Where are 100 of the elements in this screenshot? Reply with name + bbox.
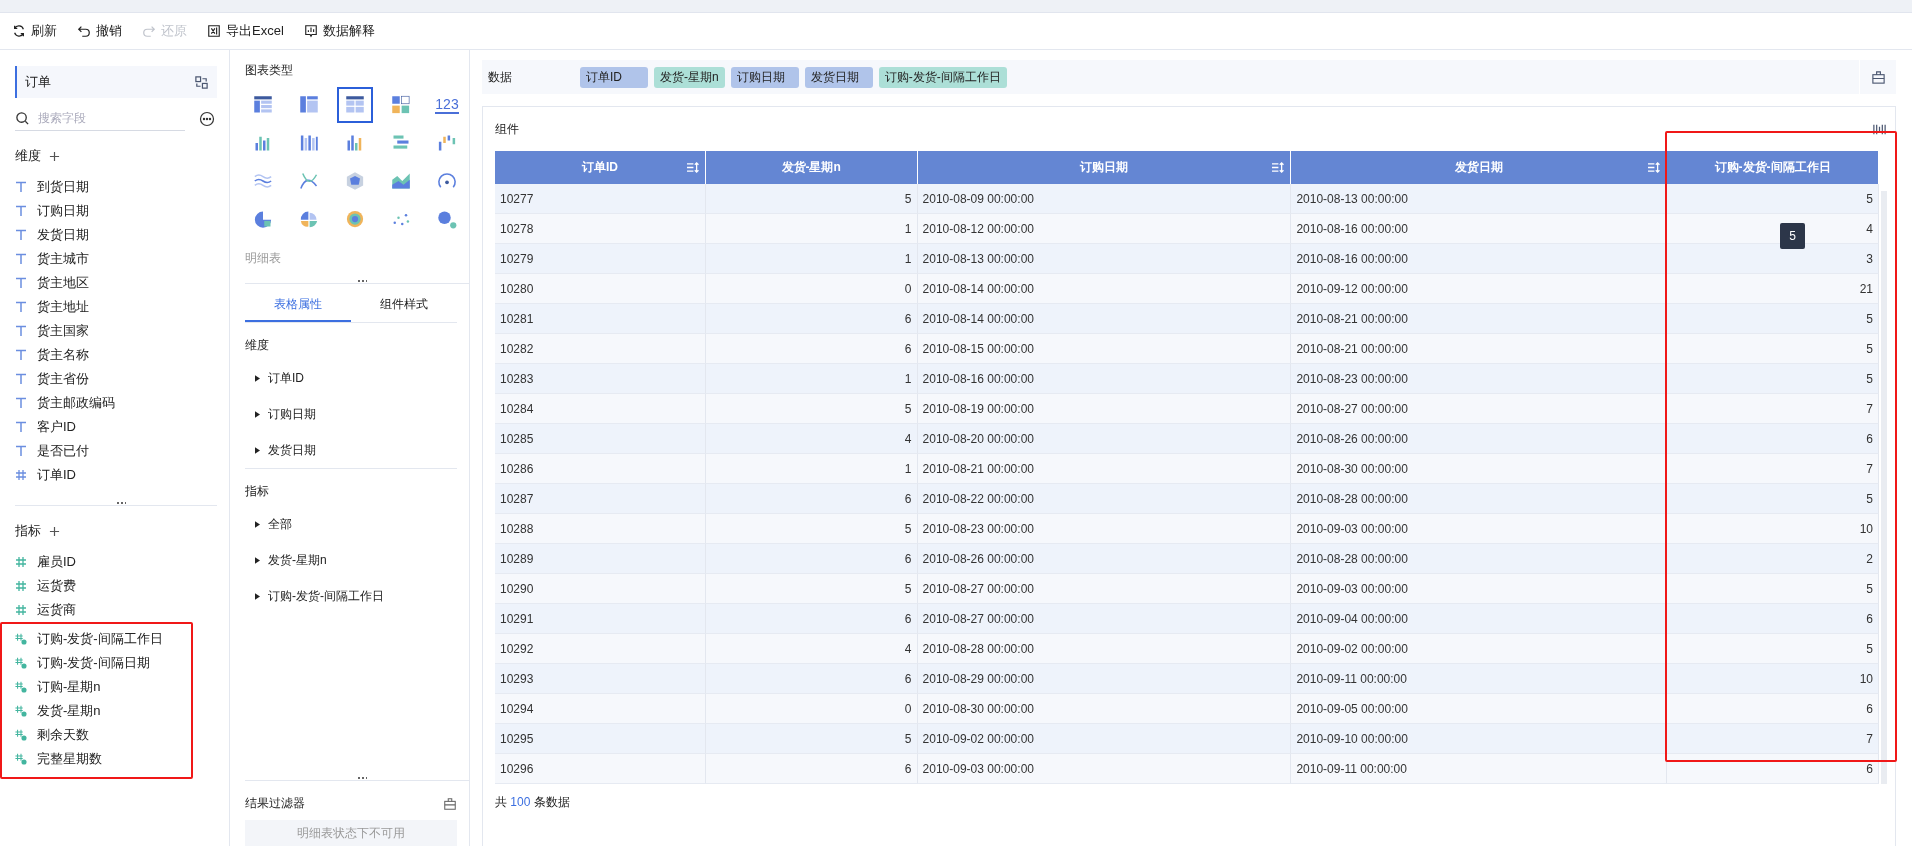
field-item[interactable]: 到货日期 [15, 175, 217, 199]
wave-chart-icon [253, 171, 273, 191]
number-type-icon [15, 580, 27, 592]
sort-icon[interactable] [685, 162, 699, 173]
expand-triangle-icon [255, 556, 260, 564]
field-item[interactable]: 货主邮政编码 [15, 391, 217, 415]
field-item[interactable]: 雇员ID [15, 550, 217, 574]
field-item[interactable]: 货主地址 [15, 295, 217, 319]
panel-title: 图表类型 [245, 62, 294, 79]
field-chip[interactable]: 发货-星期n [654, 66, 725, 88]
refresh-icon [12, 24, 26, 38]
field-item[interactable]: 货主城市 [15, 247, 217, 271]
table-chart-icon [253, 95, 273, 115]
field-chip[interactable]: 订购-发货-间隔工作日 [878, 66, 1007, 88]
calculated-field-icon [15, 681, 27, 693]
toolbar-button[interactable]: 刷新 [12, 20, 57, 42]
field-item[interactable]: 发货日期 [15, 223, 217, 247]
more-icon[interactable] [199, 110, 215, 127]
pie-chart-icon [253, 209, 273, 229]
search-icon [15, 110, 30, 126]
text-type-icon [15, 277, 27, 289]
number-type-icon [15, 604, 27, 616]
section-title: 结果过滤器 [245, 795, 305, 812]
text-type-icon [15, 229, 27, 241]
sort-icon[interactable] [1271, 162, 1285, 173]
field-item[interactable]: 运货商 [15, 598, 217, 622]
chart-type-name: 明细表 [245, 250, 282, 267]
area-chart-icon [391, 171, 411, 191]
hexagon-chart-icon [345, 171, 365, 191]
rose-chart-icon [299, 209, 319, 229]
field-item[interactable]: 货主名称 [15, 343, 217, 367]
calculated-field-icon [15, 753, 27, 765]
chart-type-option[interactable] [337, 87, 373, 123]
field-item[interactable]: 剩余天数 [15, 723, 191, 747]
field-chip[interactable]: 订购日期 [730, 66, 799, 88]
toolbar-button[interactable]: 导出Excel [207, 20, 284, 42]
color-table-chart-icon [391, 95, 411, 115]
calculated-field-icon [15, 657, 27, 669]
waterfall-chart-icon [437, 133, 457, 153]
text-type-icon [15, 205, 27, 217]
switch-icon[interactable] [194, 74, 209, 90]
search-field[interactable]: 搜索字段 [36, 110, 170, 126]
section-title: 指标 [245, 483, 270, 500]
detail-table-chart-icon [345, 95, 365, 115]
tooltip: 5 [1780, 223, 1805, 249]
field-chip[interactable]: 订单ID [580, 66, 648, 88]
field-chip[interactable]: 发货日期 [804, 66, 873, 88]
field-item[interactable]: 完整星期数 [15, 747, 191, 771]
text-type-icon [15, 253, 27, 265]
sort-icon[interactable] [1647, 162, 1661, 173]
expand-triangle-icon [255, 592, 260, 600]
expand-triangle-icon [255, 410, 260, 418]
property-item[interactable]: 订购-发货-间隔工作日 [245, 578, 469, 614]
toolbar-button[interactable]: 撤销 [77, 20, 122, 42]
text-type-icon [15, 421, 27, 433]
tab[interactable]: 组件样式 [351, 288, 457, 322]
text-type-icon [15, 373, 27, 385]
number-type-icon [15, 556, 27, 568]
section-title: 维度 [245, 337, 270, 354]
component-title: 组件 [495, 120, 519, 138]
text-type-icon [15, 397, 27, 409]
property-item[interactable]: 全部 [245, 506, 469, 542]
bubble-chart-icon [437, 209, 457, 229]
dataset-selector[interactable]: 订单 [15, 66, 217, 98]
expand-triangle-icon [255, 374, 260, 382]
tab[interactable]: 表格属性 [245, 288, 351, 322]
undo-icon [77, 24, 91, 38]
briefcase-icon[interactable] [443, 796, 457, 811]
text-type-icon [15, 445, 27, 457]
chart-type-option[interactable]: 123 [429, 87, 465, 123]
field-item[interactable]: 货主省份 [15, 367, 217, 391]
field-item[interactable]: 货主国家 [15, 319, 217, 343]
field-item[interactable]: 客户ID [15, 415, 217, 439]
field-item[interactable]: 订单ID [15, 463, 217, 487]
property-item[interactable]: 发货日期 [245, 432, 469, 468]
field-item[interactable]: 订购-星期n [15, 675, 191, 699]
field-item[interactable]: 订购日期 [15, 199, 217, 223]
property-item[interactable]: 订单ID [245, 360, 469, 396]
field-item[interactable]: 订购-发货-间隔日期 [15, 651, 191, 675]
field-item[interactable]: 是否已付 [15, 439, 217, 463]
stacked-bar-chart-icon [299, 133, 319, 153]
field-item[interactable]: 订购-发货-间隔工作日 [15, 627, 191, 651]
cross-table-chart-icon [299, 95, 319, 115]
field-item[interactable]: 发货-星期n [15, 699, 191, 723]
section-title: 指标 [15, 522, 41, 540]
spreadsheet-icon [207, 24, 221, 38]
text-type-icon [15, 301, 27, 313]
toolbar-button[interactable]: 数据解释 [303, 20, 375, 42]
number-type-icon [15, 469, 27, 481]
property-item[interactable]: 发货-星期n [245, 542, 469, 578]
add-icon[interactable] [49, 525, 60, 537]
briefcase-icon[interactable] [1870, 69, 1886, 85]
table-cell: 6 [1667, 754, 1879, 784]
add-icon[interactable] [49, 150, 60, 162]
radar-chart-icon [345, 209, 365, 229]
field-item[interactable]: 运货费 [15, 574, 217, 598]
property-item[interactable]: 订购日期 [245, 396, 469, 432]
table-cell: 6 [705, 754, 918, 784]
row-count: 共 100 条数据 [495, 794, 571, 811]
field-item[interactable]: 货主地区 [15, 271, 217, 295]
